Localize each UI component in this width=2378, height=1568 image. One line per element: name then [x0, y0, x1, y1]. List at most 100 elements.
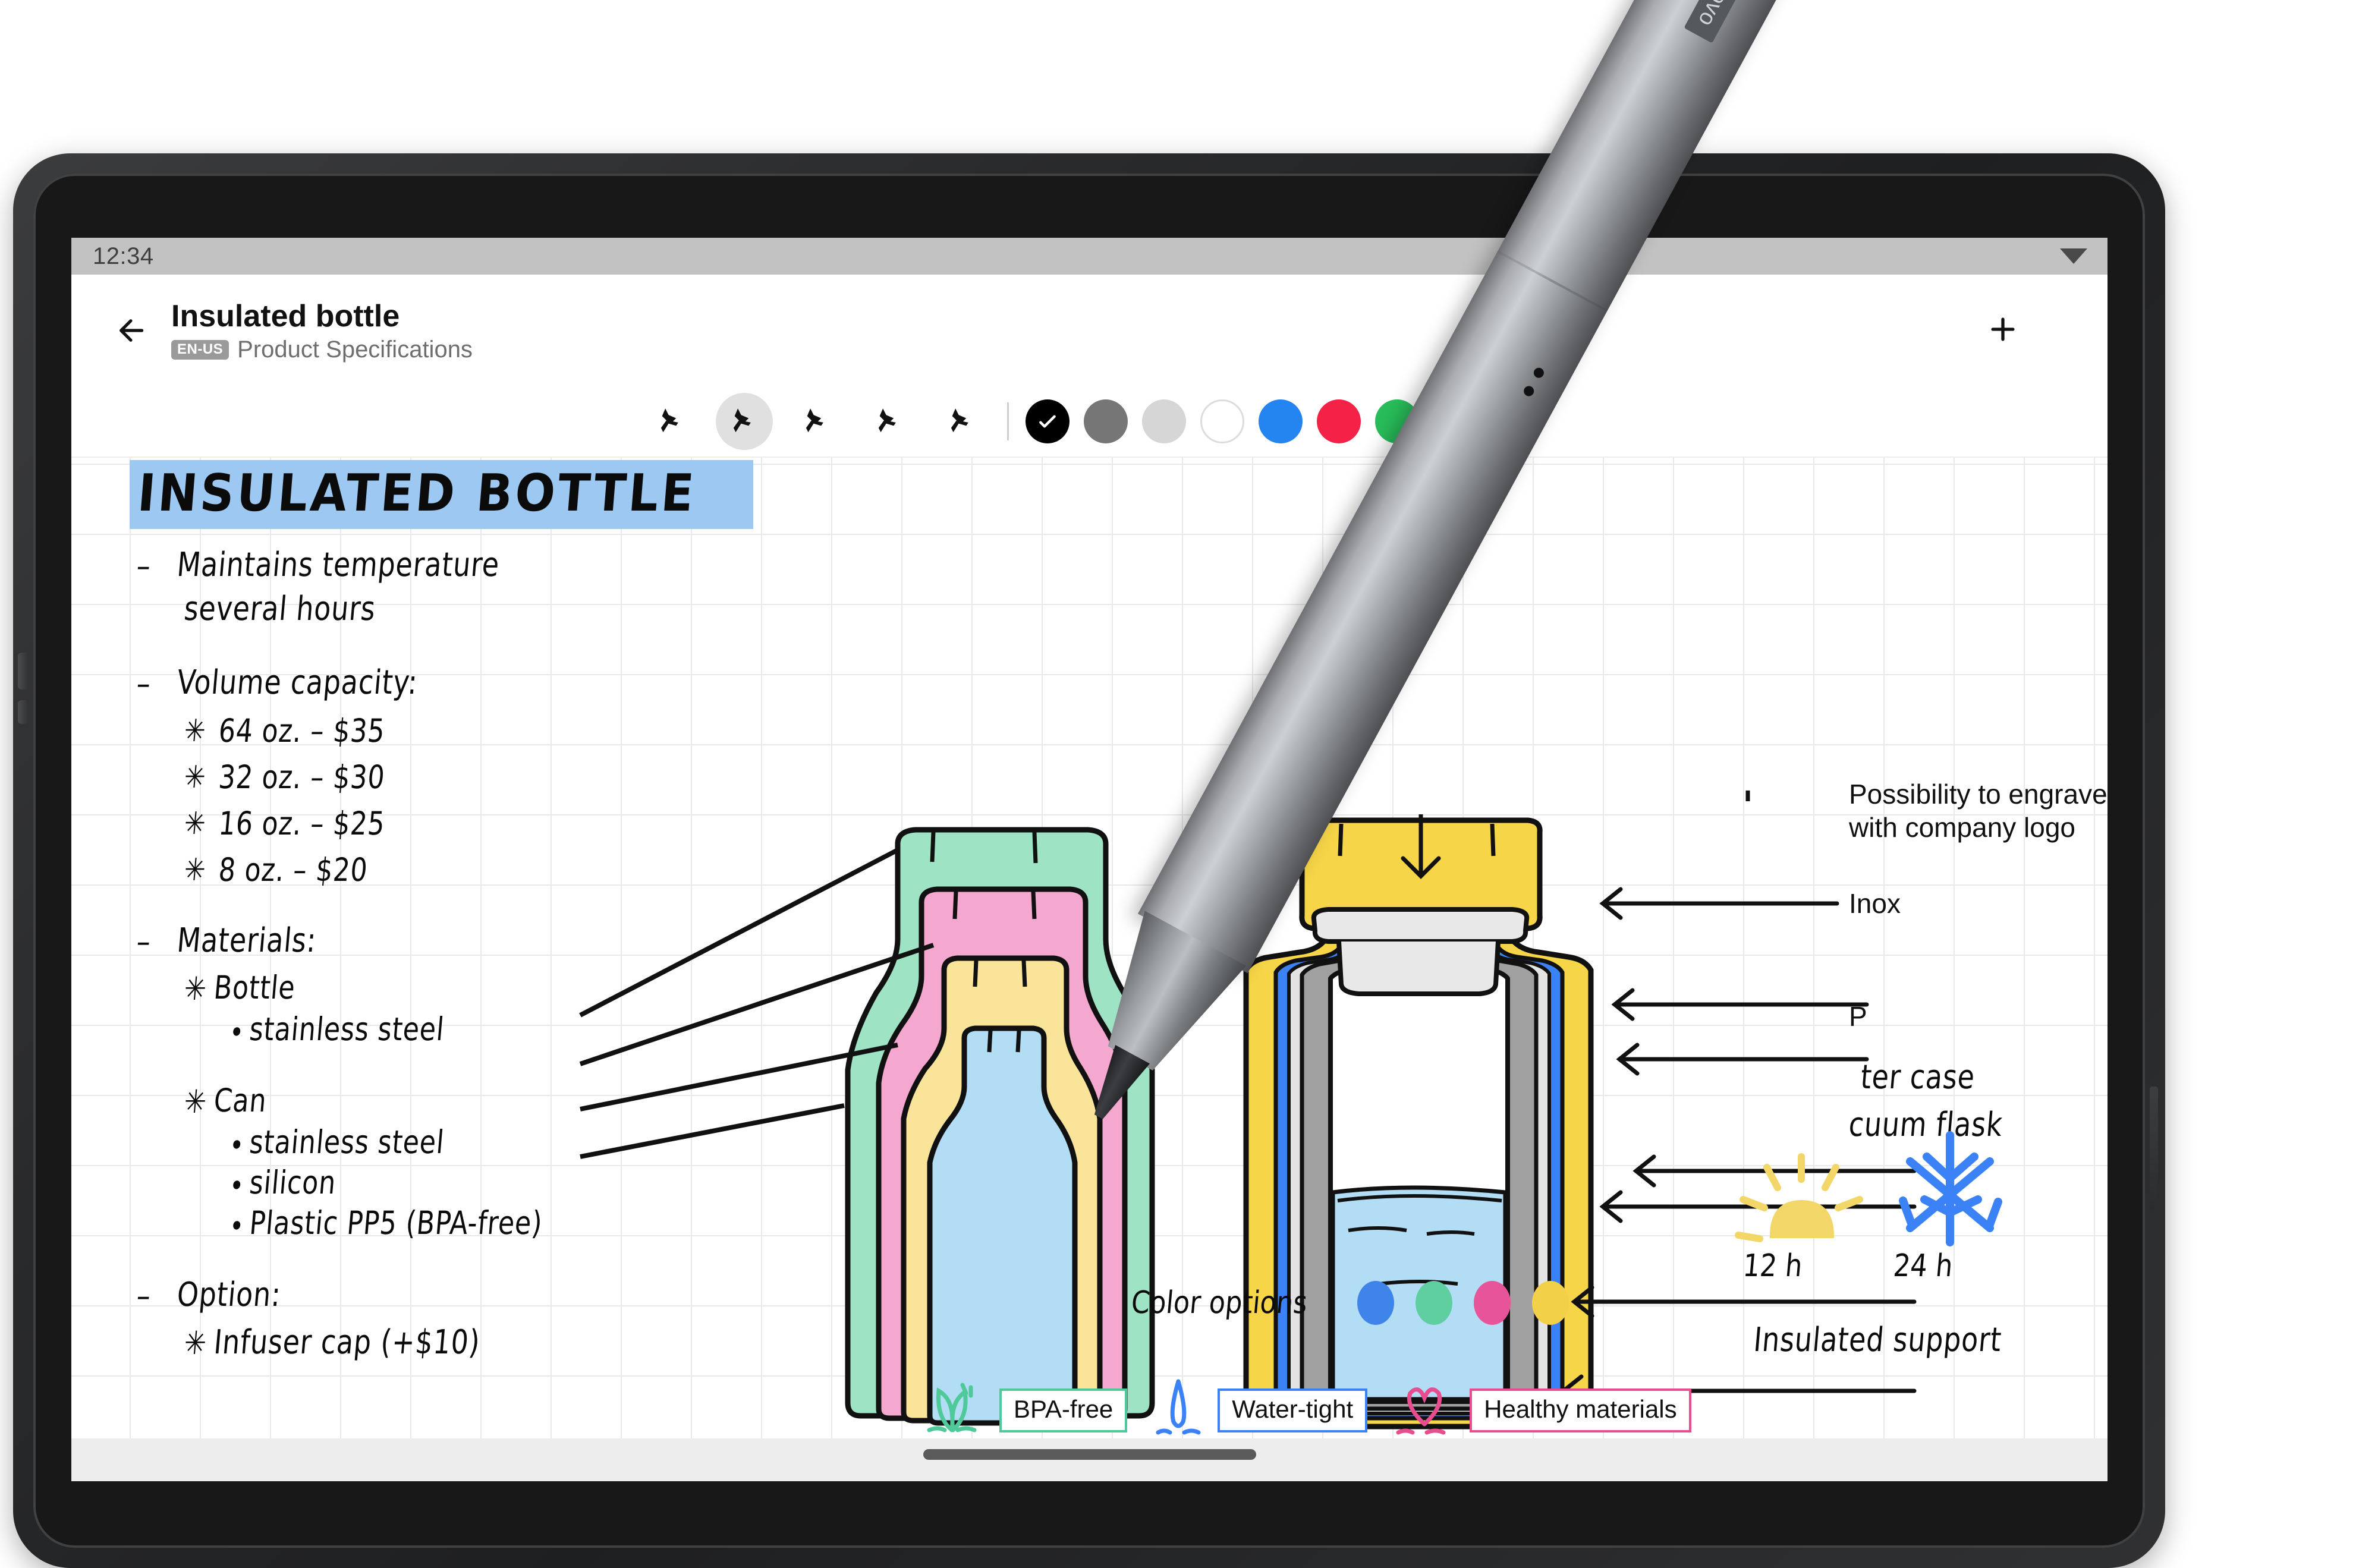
color-options-row: Color options: [1130, 1281, 1569, 1325]
pen-icon: [951, 408, 968, 433]
color-option-pink[interactable]: [1473, 1281, 1511, 1325]
note-line-8-marker: ✳: [183, 970, 209, 1007]
system-nav-bar: [71, 1438, 2108, 1481]
note-line-10: Can: [212, 1082, 269, 1119]
status-bar: 12:34: [71, 238, 2108, 275]
note-line-0-marker: –: [135, 547, 153, 585]
droplet-icon: [1156, 1379, 1201, 1435]
note-line-6: 8 oz. – $20: [217, 851, 370, 889]
annotation-engrave: Possibility to engrave with company logo: [1849, 779, 2108, 843]
color-swatch-red[interactable]: [1317, 399, 1361, 443]
pen-tool-3[interactable]: [788, 393, 845, 450]
stylus-brand-label: Lenovo: [1693, 0, 1751, 30]
annotation-plastic: P: [1849, 1001, 1867, 1032]
pen-tool-1[interactable]: [643, 393, 700, 450]
note-line-9-marker: •: [228, 1015, 246, 1050]
note-line-3: 64 oz. – $35: [217, 712, 387, 750]
note-line-4-marker: ✳: [183, 760, 208, 795]
pen-tool-2[interactable]: [716, 393, 773, 450]
note-line-12-marker: •: [228, 1169, 246, 1203]
add-color-button[interactable]: [1492, 399, 1536, 443]
pen-tool-5[interactable]: [933, 393, 990, 450]
stylus-brand-logo: Lenovo: [1684, 0, 1760, 43]
note-line-13-marker: •: [228, 1209, 246, 1243]
note-line-11: stainless steel: [248, 1123, 446, 1161]
badge-label: Healthy materials: [1470, 1388, 1691, 1432]
badge-label: BPA-free: [999, 1388, 1128, 1432]
note-line-5: 16 oz. – $25: [217, 805, 387, 842]
note-line-5-marker: ✳: [183, 806, 208, 842]
side-button-upper[interactable]: [18, 653, 27, 689]
note-line-14-marker: –: [135, 1277, 153, 1315]
back-button[interactable]: [103, 303, 158, 358]
tablet-screen: 12:34 Insulated bottle EN-US Product Spe…: [71, 238, 2108, 1481]
note-line-0: Maintains temperature: [175, 546, 501, 584]
title-highlight: INSULATED BOTTLE: [130, 460, 753, 529]
annotation-insulated-support: Insulated support: [1752, 1321, 2003, 1359]
note-line-2: Volume capacity:: [175, 663, 420, 702]
color-swatch-white[interactable]: [1200, 399, 1244, 443]
toolbar-divider: [1007, 402, 1009, 440]
note-line-10-marker: ✳: [183, 1083, 209, 1120]
snowflake-icon: [1899, 1131, 2002, 1246]
title-block: Insulated bottle EN-US Product Specifica…: [171, 300, 473, 363]
subtitle-row: EN-US Product Specifications: [171, 336, 473, 363]
note-line-12: silicon: [248, 1164, 338, 1201]
add-page-button[interactable]: [1976, 302, 2030, 357]
pen-tool-group: [643, 393, 990, 450]
signal-icon: [2060, 248, 2087, 264]
pen-icon: [660, 408, 678, 433]
pen-tool-4[interactable]: [861, 393, 918, 450]
note-line-1: several hours: [183, 590, 378, 628]
color-swatch-yellow[interactable]: [1433, 399, 1477, 443]
note-line-6-marker: ✳: [183, 852, 208, 888]
note-line-2-marker: –: [135, 665, 153, 703]
note-line-7-marker: –: [135, 922, 153, 961]
note-line-8: Bottle: [212, 969, 297, 1006]
drawing-toolbar: [71, 386, 2108, 458]
check-icon: [1039, 415, 1056, 428]
home-indicator[interactable]: [923, 1449, 1256, 1460]
sun-icon: [1735, 1153, 1863, 1242]
color-swatch-dark-gray[interactable]: [1084, 399, 1128, 443]
badge-label: Water-tight: [1218, 1388, 1368, 1432]
note-line-11-marker: •: [228, 1128, 246, 1163]
plus-icon: [1505, 413, 1522, 430]
screenshot-root: 12:34 Insulated bottle EN-US Product Spe…: [0, 0, 2378, 1568]
note-line-3-marker: ✳: [183, 713, 208, 749]
language-badge: EN-US: [171, 339, 229, 360]
heart-icon: [1396, 1387, 1446, 1435]
note-line-14: Option:: [175, 1276, 283, 1314]
note-line-13: Plastic PP5 (BPA-free): [248, 1204, 545, 1242]
page-subtitle: Product Specifications: [237, 336, 473, 363]
page-title: Insulated bottle: [171, 299, 400, 334]
color-swatch-group: [1026, 399, 1536, 443]
plus-icon: [1991, 317, 2015, 341]
color-option-blue[interactable]: [1357, 1281, 1394, 1325]
side-button-lower[interactable]: [18, 700, 27, 724]
color-swatch-light-gray[interactable]: [1142, 399, 1186, 443]
leader-lines-left: [579, 848, 935, 1159]
pen-icon: [878, 408, 896, 433]
pen-icon: [806, 408, 823, 433]
badge-water-tight: Water-tight: [1155, 1378, 1368, 1443]
color-options-label: Color options: [1130, 1285, 1309, 1321]
pen-icon: [733, 408, 751, 433]
color-option-green[interactable]: [1415, 1281, 1452, 1325]
note-line-15-marker: ✳: [183, 1324, 209, 1362]
color-swatch-green[interactable]: [1375, 399, 1419, 443]
status-clock: 12:34: [93, 243, 154, 269]
app-bar: Insulated bottle EN-US Product Specifica…: [71, 275, 2108, 386]
note-title: INSULATED BOTTLE: [135, 464, 699, 523]
annotation-inox: Inox: [1849, 888, 1901, 919]
annotation-outer-case: ter case: [1859, 1058, 1977, 1097]
feature-badges-row: BPA-free Water-tight Healthy materials: [919, 1378, 1719, 1443]
note-canvas[interactable]: INSULATED BOTTLE – Maintains temperature…: [71, 458, 2108, 1481]
leaf-icon: [927, 1383, 977, 1432]
note-line-7: Materials:: [175, 921, 318, 960]
color-swatch-blue[interactable]: [1259, 399, 1303, 443]
color-swatch-black[interactable]: [1026, 399, 1070, 443]
color-option-yellow[interactable]: [1531, 1281, 1569, 1325]
note-line-15: Infuser cap (+$10): [212, 1323, 482, 1362]
badge-bpa-free: BPA-free: [919, 1378, 1128, 1443]
